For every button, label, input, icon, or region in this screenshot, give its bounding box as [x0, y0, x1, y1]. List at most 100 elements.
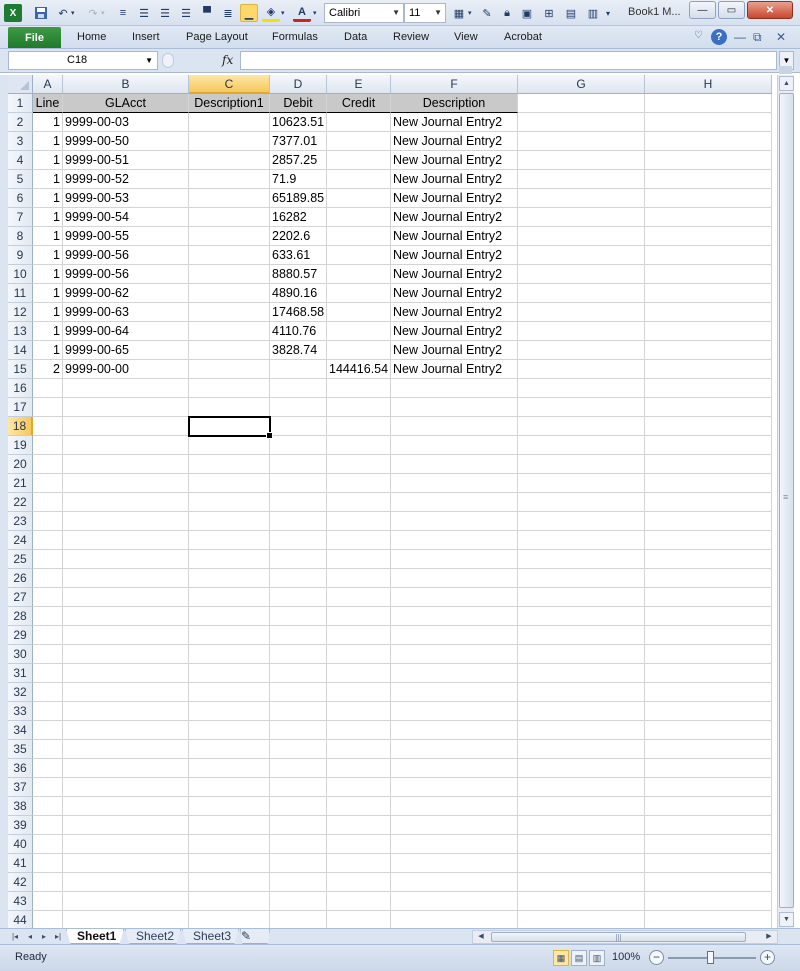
cell-h14[interactable] [645, 341, 772, 360]
cell-b18[interactable] [63, 417, 189, 436]
cell-g27[interactable] [518, 588, 645, 607]
cell-a33[interactable] [33, 702, 63, 721]
cell-d20[interactable] [270, 455, 327, 474]
cell-a39[interactable] [33, 816, 63, 835]
cell-g25[interactable] [518, 550, 645, 569]
cell-a30[interactable] [33, 645, 63, 664]
cell-h35[interactable] [645, 740, 772, 759]
column-header-c[interactable]: C [189, 75, 270, 94]
prev-sheet-icon[interactable]: ◂ [24, 930, 36, 943]
help-icon[interactable]: ? [711, 29, 727, 45]
cell-h1[interactable] [645, 94, 772, 113]
vertical-scrollbar[interactable]: ▲ ▼ [777, 75, 794, 928]
cell-c4[interactable] [189, 151, 270, 170]
cell-g43[interactable] [518, 892, 645, 911]
cell-e35[interactable] [327, 740, 391, 759]
cell-b42[interactable] [63, 873, 189, 892]
cell-d30[interactable] [270, 645, 327, 664]
font-color-dropdown-icon[interactable]: ▾ [313, 4, 317, 22]
cell-a44[interactable] [33, 911, 63, 928]
undo-dropdown-icon[interactable]: ▾ [71, 4, 75, 22]
cell-c32[interactable] [189, 683, 270, 702]
cell-h20[interactable] [645, 455, 772, 474]
cell-a16[interactable] [33, 379, 63, 398]
first-sheet-icon[interactable]: |◂ [9, 930, 21, 943]
minimize-ribbon-icon[interactable]: ♡ [694, 30, 703, 41]
cell-h12[interactable] [645, 303, 772, 322]
cell-g41[interactable] [518, 854, 645, 873]
cell-h19[interactable] [645, 436, 772, 455]
cell-a41[interactable] [33, 854, 63, 873]
cell-h40[interactable] [645, 835, 772, 854]
cell-a37[interactable] [33, 778, 63, 797]
cell-h33[interactable] [645, 702, 772, 721]
cell-a15[interactable]: 2 [33, 360, 63, 379]
tab-page-layout[interactable]: Page Layout [186, 31, 248, 43]
scroll-right-icon[interactable]: ▶ [762, 931, 776, 943]
align-top-icon[interactable]: ≡ [114, 4, 132, 22]
cell-a9[interactable]: 1 [33, 246, 63, 265]
cell-h13[interactable] [645, 322, 772, 341]
cell-b12[interactable]: 9999-00-63 [63, 303, 189, 322]
row-header[interactable]: 9 [8, 246, 33, 265]
zoom-in-icon[interactable]: + [760, 950, 775, 965]
row-header[interactable]: 28 [8, 607, 33, 626]
cell-e1[interactable]: Credit [327, 94, 391, 113]
row-header[interactable]: 36 [8, 759, 33, 778]
cell-f33[interactable] [391, 702, 518, 721]
cell-e22[interactable] [327, 493, 391, 512]
cell-b16[interactable] [63, 379, 189, 398]
row-header[interactable]: 38 [8, 797, 33, 816]
cell-h24[interactable] [645, 531, 772, 550]
formula-input[interactable] [240, 51, 777, 70]
row-header[interactable]: 44 [8, 911, 33, 928]
cell-e9[interactable] [327, 246, 391, 265]
cell-h17[interactable] [645, 398, 772, 417]
row-header[interactable]: 43 [8, 892, 33, 911]
font-color-icon[interactable]: A [293, 4, 311, 22]
cell-e24[interactable] [327, 531, 391, 550]
cell-b31[interactable] [63, 664, 189, 683]
cell-g5[interactable] [518, 170, 645, 189]
cell-f30[interactable] [391, 645, 518, 664]
cell-d38[interactable] [270, 797, 327, 816]
cell-a26[interactable] [33, 569, 63, 588]
cell-f24[interactable] [391, 531, 518, 550]
workbook-restore-icon[interactable]: ⧉ [753, 30, 762, 45]
row-header[interactable]: 31 [8, 664, 33, 683]
cell-d18[interactable] [270, 417, 327, 436]
cell-c43[interactable] [189, 892, 270, 911]
cell-b38[interactable] [63, 797, 189, 816]
cell-f23[interactable] [391, 512, 518, 531]
cell-d26[interactable] [270, 569, 327, 588]
cell-b11[interactable]: 9999-00-62 [63, 284, 189, 303]
column-header-h[interactable]: H [645, 75, 772, 94]
cell-c23[interactable] [189, 512, 270, 531]
cell-c9[interactable] [189, 246, 270, 265]
cell-c30[interactable] [189, 645, 270, 664]
sheet-tab-sheet1[interactable]: Sheet1 [66, 929, 124, 944]
cell-d4[interactable]: 2857.25 [270, 151, 327, 170]
cell-b14[interactable]: 9999-00-65 [63, 341, 189, 360]
row-header[interactable]: 39 [8, 816, 33, 835]
cell-a17[interactable] [33, 398, 63, 417]
row-header[interactable]: 20 [8, 455, 33, 474]
cell-d41[interactable] [270, 854, 327, 873]
cell-h27[interactable] [645, 588, 772, 607]
cell-f31[interactable] [391, 664, 518, 683]
cell-g23[interactable] [518, 512, 645, 531]
cell-h34[interactable] [645, 721, 772, 740]
cell-c27[interactable] [189, 588, 270, 607]
cell-e5[interactable] [327, 170, 391, 189]
cell-f11[interactable]: New Journal Entry2 [391, 284, 518, 303]
cell-d15[interactable] [270, 360, 327, 379]
cell-b27[interactable] [63, 588, 189, 607]
cell-e10[interactable] [327, 265, 391, 284]
cell-c8[interactable] [189, 227, 270, 246]
cell-c14[interactable] [189, 341, 270, 360]
cell-c22[interactable] [189, 493, 270, 512]
protect-icon[interactable]: 🔒︎ [498, 4, 516, 22]
cell-c33[interactable] [189, 702, 270, 721]
cell-d1[interactable]: Debit [270, 94, 327, 113]
cell-f35[interactable] [391, 740, 518, 759]
